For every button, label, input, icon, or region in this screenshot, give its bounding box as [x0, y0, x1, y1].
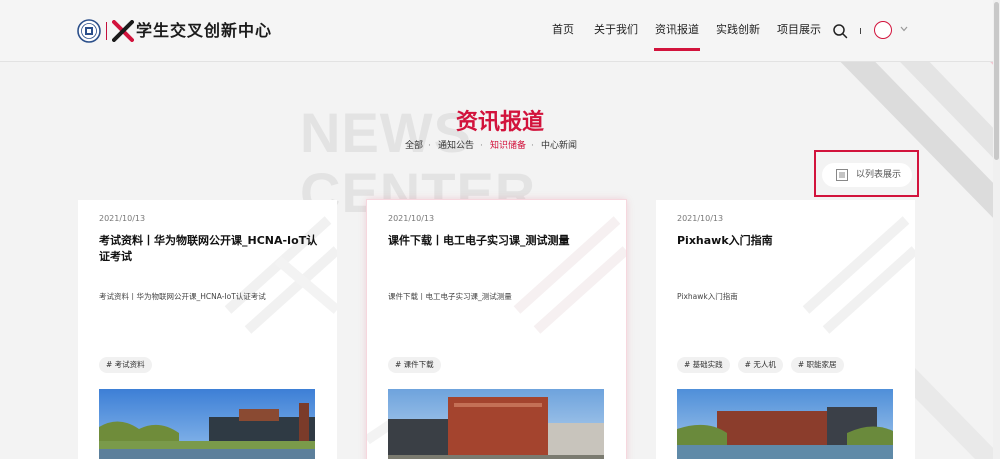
- card-tags: # 课件下载: [388, 357, 441, 373]
- filter-knowledge[interactable]: 知识储备: [490, 140, 526, 152]
- news-card[interactable]: 2021/10/13 课件下载丨电工电子实习课_测试测量 课件下载丨电工电子实习…: [367, 200, 626, 459]
- card-date: 2021/10/13: [677, 214, 724, 223]
- campus-photo: [388, 389, 604, 459]
- card-title[interactable]: Pixhawk入门指南: [677, 233, 897, 249]
- tag[interactable]: # 职能家居: [790, 357, 844, 373]
- university-emblem-icon: [77, 19, 101, 43]
- filter-center-news[interactable]: 中心新闻: [541, 140, 577, 152]
- nav-practice[interactable]: 实践创新: [716, 22, 760, 38]
- filter-separator: ·: [428, 141, 431, 151]
- scrollbar-thumb[interactable]: [994, 2, 999, 160]
- page-scrollbar[interactable]: [993, 0, 1000, 459]
- filter-all[interactable]: 全部: [405, 140, 423, 152]
- card-tags: # 考试资料: [99, 357, 152, 373]
- tag[interactable]: # 考试资料: [99, 357, 152, 373]
- nav-home[interactable]: 首页: [552, 22, 574, 38]
- card-tags: # 基础实践 # 无人机 # 职能家居: [677, 357, 844, 373]
- logo-divider: [106, 22, 107, 40]
- filter-separator: ·: [480, 141, 483, 151]
- chevron-down-icon[interactable]: [900, 26, 908, 32]
- header-divider: [860, 28, 861, 34]
- campus-photo: [677, 389, 893, 459]
- card-date: 2021/10/13: [388, 214, 435, 223]
- category-filters: 全部 · 通知公告 · 知识储备 · 中心新闻: [400, 140, 600, 154]
- cross-logo-icon: [112, 20, 134, 42]
- user-avatar[interactable]: [874, 21, 892, 39]
- tag[interactable]: # 基础实践: [677, 357, 730, 373]
- card-date: 2021/10/13: [99, 214, 146, 223]
- tag[interactable]: # 课件下载: [388, 357, 441, 373]
- nav-about[interactable]: 关于我们: [594, 22, 638, 38]
- filter-notices[interactable]: 通知公告: [438, 140, 474, 152]
- search-icon[interactable]: [832, 23, 848, 39]
- card-description: 课件下载丨电工电子实习课_测试测量: [388, 292, 512, 301]
- campus-photo: [99, 389, 315, 459]
- news-card[interactable]: 2021/10/13 考试资料丨华为物联网公开课_HCNA-IoT认证考试 考试…: [78, 200, 337, 459]
- card-description: Pixhawk入门指南: [677, 292, 738, 301]
- nav-projects[interactable]: 项目展示: [777, 22, 821, 38]
- card-title[interactable]: 考试资料丨华为物联网公开课_HCNA-IoT认证考试: [99, 233, 319, 265]
- site-header: 学生交叉创新中心 首页 关于我们 资讯报道 实践创新 项目展示: [0, 0, 1000, 62]
- nav-news[interactable]: 资讯报道: [654, 22, 700, 51]
- news-card[interactable]: 2021/10/13 Pixhawk入门指南 Pixhawk入门指南 # 基础实…: [656, 200, 915, 459]
- tag[interactable]: # 无人机: [737, 357, 783, 373]
- site-logo-text[interactable]: 学生交叉创新中心: [136, 20, 272, 42]
- filter-separator: ·: [531, 141, 534, 151]
- page-title: 资讯报道: [455, 110, 544, 135]
- card-title[interactable]: 课件下载丨电工电子实习课_测试测量: [388, 233, 608, 249]
- card-description: 考试资料丨华为物联网公开课_HCNA-IoT认证考试: [99, 292, 266, 301]
- highlight-annotation-box: [814, 150, 919, 197]
